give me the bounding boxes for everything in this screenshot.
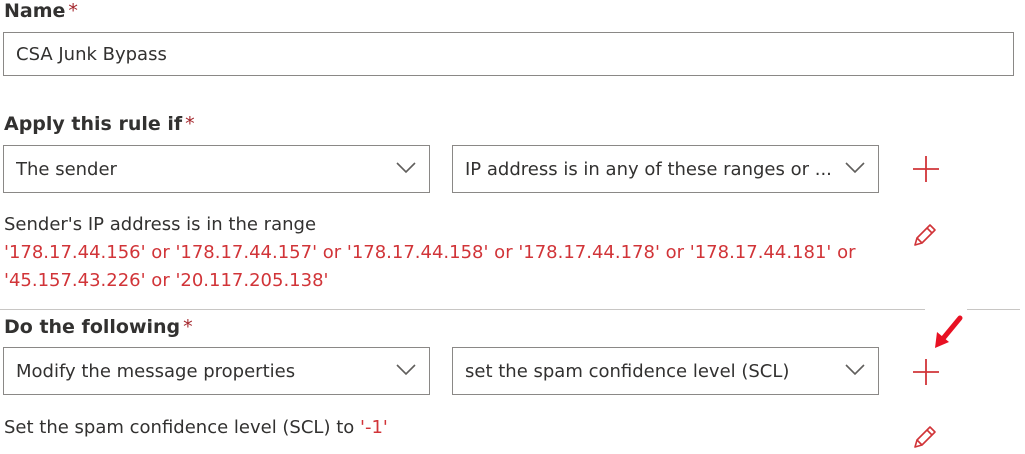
property-dropdown[interactable]: set the spam confidence level (SCL) xyxy=(452,347,879,395)
chevron-down-icon xyxy=(845,162,865,174)
condition-description-prefix: Sender's IP address is in the range xyxy=(4,214,317,235)
property-dropdown-value: set the spam confidence level (SCL) xyxy=(465,360,790,382)
required-mark: * xyxy=(68,0,78,22)
criteria-dropdown[interactable]: IP address is in any of these ranges or … xyxy=(452,145,879,193)
name-label-text: Name xyxy=(4,0,66,22)
chevron-down-icon xyxy=(396,162,416,174)
mail-flow-rule-form: Name * CSA Junk Bypass Apply this rule if… xyxy=(0,0,1025,454)
condition-dropdown[interactable]: The sender xyxy=(3,145,430,193)
name-input-value: CSA Junk Bypass xyxy=(16,43,167,65)
apply-rule-label: Apply this rule if * xyxy=(4,113,195,135)
do-following-label: Do the following * xyxy=(4,316,193,338)
apply-rule-label-text: Apply this rule if xyxy=(4,113,183,135)
name-input[interactable]: CSA Junk Bypass xyxy=(3,32,1014,76)
action-description: Set the spam confidence level (SCL) to '… xyxy=(4,414,894,442)
edit-action-pencil-icon[interactable] xyxy=(911,423,939,451)
required-mark: * xyxy=(185,113,195,135)
edit-condition-pencil-icon[interactable] xyxy=(911,221,939,249)
chevron-down-icon xyxy=(396,364,416,376)
chevron-down-icon xyxy=(845,364,865,376)
section-divider xyxy=(0,309,1020,310)
name-label: Name * xyxy=(4,0,78,22)
action-description-link[interactable]: '-1' xyxy=(360,417,388,438)
red-arrow-icon xyxy=(935,315,963,348)
action-dropdown-value: Modify the message properties xyxy=(16,360,296,382)
add-action-plus-icon[interactable] xyxy=(911,357,941,387)
criteria-dropdown-value: IP address is in any of these ranges or … xyxy=(465,158,832,180)
condition-dropdown-value: The sender xyxy=(16,158,117,180)
condition-description-link[interactable]: '178.17.44.156' or '178.17.44.157' or '1… xyxy=(4,239,894,295)
do-following-label-text: Do the following xyxy=(4,316,181,338)
add-condition-plus-icon[interactable] xyxy=(911,154,941,184)
condition-description: Sender's IP address is in the range '178… xyxy=(4,211,894,295)
action-dropdown[interactable]: Modify the message properties xyxy=(3,347,430,395)
required-mark: * xyxy=(183,316,193,338)
action-description-prefix: Set the spam confidence level (SCL) to xyxy=(4,417,355,438)
